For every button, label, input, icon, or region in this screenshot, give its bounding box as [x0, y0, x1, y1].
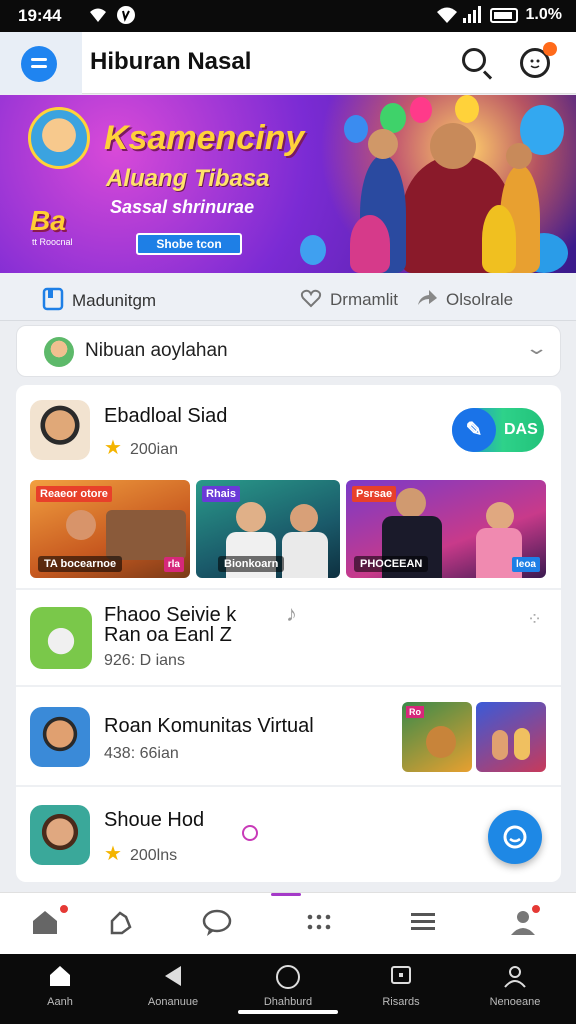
system-nav-label: Aonanuue: [147, 996, 199, 1008]
nav-indicator: [271, 893, 301, 896]
banner-logo-sub: tt Roocnal: [32, 237, 73, 247]
banner-tagline: Sassal shrinurae: [110, 197, 255, 217]
avatar: [30, 400, 90, 460]
back-icon: [128, 964, 218, 994]
dropdown-label: Nibuan aoylahan: [85, 340, 228, 361]
app-title: Hiburan Nasal: [90, 48, 252, 75]
avatar: [30, 607, 92, 669]
avatar: [30, 805, 90, 865]
row-thumbnail[interactable]: Ro: [402, 702, 472, 772]
system-profile-button[interactable]: Nenoeane: [470, 964, 560, 1008]
status-bar: 19:44 1.0%: [0, 0, 576, 32]
dots-icon[interactable]: [302, 907, 336, 941]
dropdown-avatar: [44, 337, 74, 367]
more-icon[interactable]: ⁘: [527, 609, 542, 630]
profile-badge: [530, 903, 542, 915]
battery-icon: [490, 8, 518, 23]
row-title: Roan Komunitas Virtual: [104, 715, 314, 737]
action-pill-button[interactable]: ✎ DAS: [452, 408, 544, 452]
chevron-down-icon: ⌄: [524, 338, 549, 358]
banner-button[interactable]: Shobe tcon: [136, 233, 242, 255]
audio-icon: ♪: [286, 601, 297, 626]
system-nav-label: Dhahburd: [263, 996, 313, 1008]
system-home-button[interactable]: Aanh: [15, 964, 105, 1008]
row-meta: ★ 200lns: [104, 843, 178, 865]
banner-headline: Ksamenciny: [104, 119, 305, 157]
heart-icon: [300, 287, 322, 314]
home-icon: [15, 964, 105, 994]
home-indicator[interactable]: [238, 1010, 338, 1014]
bookmark-icon: [42, 287, 64, 316]
system-nav-label: Risards: [382, 996, 420, 1008]
battery-level: 1.0%: [525, 6, 562, 23]
thumbnail-badge: leoa: [511, 557, 540, 572]
thumbnail-badge: rla: [163, 557, 184, 572]
thumbnail-tag: Psrsae: [352, 486, 397, 502]
row-meta: 926: D ians: [104, 652, 185, 669]
system-nav-label: Aanh: [47, 996, 73, 1008]
circle-icon: [243, 964, 333, 994]
tabs-row: Madunitgm Drmamlit Olsolrale: [0, 273, 576, 321]
thumbnail-2[interactable]: Rhais Bionkoarn: [196, 480, 340, 578]
share-icon: [416, 287, 438, 314]
emoji-icon: [242, 825, 258, 841]
system-nav-label: Nenoeane: [489, 996, 541, 1008]
bottom-nav: [0, 892, 576, 954]
home-icon[interactable]: [28, 907, 62, 941]
promo-banner[interactable]: Ksamenciny Aluang Tibasa Sassal shrinura…: [0, 95, 576, 273]
star-icon: ★: [104, 843, 122, 865]
tab-label: Drmamlit: [330, 289, 398, 309]
support-fab-button[interactable]: [488, 810, 542, 864]
thumbnail-1[interactable]: Reaeor otore TA bocearnoe rla: [30, 480, 190, 578]
row-title: Shoue Hod: [104, 809, 205, 831]
system-recent-button[interactable]: Risards: [356, 964, 446, 1008]
tab-label: Olsolrale: [446, 289, 514, 309]
category-dropdown[interactable]: Nibuan aoylahan ⌄: [16, 325, 561, 377]
thumbnail-caption: TA bocearnoe: [38, 556, 123, 572]
thumbnail-caption: Bionkoarn: [218, 556, 285, 572]
thumbnail-3[interactable]: Psrsae PHOCEEAN leoa: [346, 480, 546, 578]
system-nav: Aanh Aonanuue Dhahburd Risards Nenoeane: [0, 954, 576, 1024]
clock: 19:44: [18, 6, 62, 25]
banner-mascot: [28, 107, 90, 169]
star-icon: ★: [104, 437, 122, 459]
menu-button[interactable]: [21, 46, 57, 82]
row-title: Fhaoo Seivie k Ran oa Eanl Z: [104, 604, 237, 646]
profile-icon: [470, 964, 560, 994]
wifi-icon: [88, 5, 108, 29]
thumbnail-tag: Reaeor otore: [36, 486, 112, 502]
menu-icon[interactable]: [406, 907, 440, 941]
pen-icon: ✎: [452, 408, 496, 452]
cell-signal-icon: [462, 5, 484, 29]
home-badge: [58, 903, 70, 915]
hand-icon[interactable]: [104, 907, 138, 941]
system-back-button[interactable]: Aonanuue: [128, 964, 218, 1008]
pill-label: DAS: [504, 421, 538, 438]
app-bar: Hiburan Nasal: [0, 32, 576, 94]
search-icon[interactable]: [462, 48, 486, 72]
banner-subline: Aluang Tibasa: [106, 165, 270, 192]
thumbnail-caption: PHOCEEAN: [354, 556, 429, 572]
thumbnail-tag: Rhais: [202, 486, 240, 502]
avatar: [30, 707, 90, 767]
tab-madunitgm[interactable]: Madunitgm: [42, 287, 156, 316]
row-title: Ebadloal Siad: [104, 405, 228, 427]
row-meta: 438: 66ian: [104, 745, 179, 762]
banner-logo: Ba: [30, 205, 66, 236]
row-thumbnail[interactable]: [476, 702, 546, 772]
chat-icon[interactable]: [200, 907, 234, 941]
wifi-signal-icon: [436, 5, 458, 29]
tab-olsolrale[interactable]: Olsolrale: [416, 287, 513, 314]
tab-label: Madunitgm: [72, 290, 157, 310]
notification-badge: [543, 42, 557, 56]
row-meta: ★ 200ian: [104, 437, 178, 459]
menu-area: [0, 32, 82, 94]
content-card: Ebadloal Siad ★ 200ian ✎ DAS Reaeor otore…: [16, 385, 561, 882]
system-overview-button[interactable]: Dhahburd: [243, 964, 333, 1008]
tab-drmamlit[interactable]: Drmamlit: [300, 287, 398, 314]
notification-dot-icon: [116, 5, 136, 29]
recent-icon: [356, 964, 446, 994]
